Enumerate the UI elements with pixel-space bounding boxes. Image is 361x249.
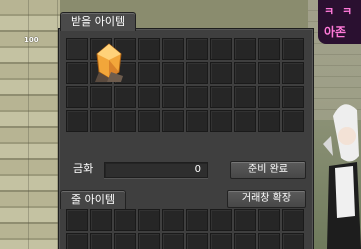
inventory-slot[interactable] bbox=[234, 110, 256, 132]
inventory-slot[interactable] bbox=[258, 38, 280, 60]
inventory-slot[interactable] bbox=[234, 86, 256, 108]
inventory-slot[interactable] bbox=[186, 38, 208, 60]
ready-button[interactable]: 준비 완료 bbox=[230, 161, 306, 179]
inventory-slot[interactable] bbox=[66, 62, 88, 84]
inventory-slot[interactable] bbox=[66, 86, 88, 108]
game-scene: ㅋ ㅋ 아존 받을 아이템 100 금화 0 준비 완료 줄 아이템 거래창 확… bbox=[0, 0, 361, 249]
inventory-slot[interactable] bbox=[210, 38, 232, 60]
inventory-slot[interactable] bbox=[186, 62, 208, 84]
inventory-slot[interactable] bbox=[282, 62, 304, 84]
inventory-slot[interactable] bbox=[258, 233, 280, 249]
inventory-slot[interactable] bbox=[138, 62, 160, 84]
inventory-slot[interactable] bbox=[258, 110, 280, 132]
inventory-slot[interactable] bbox=[162, 233, 184, 249]
inventory-slot[interactable] bbox=[258, 62, 280, 84]
inventory-slot[interactable] bbox=[90, 209, 112, 231]
inventory-slot[interactable] bbox=[90, 233, 112, 249]
inventory-slot[interactable] bbox=[234, 209, 256, 231]
inventory-slot[interactable] bbox=[186, 86, 208, 108]
inventory-slot[interactable] bbox=[258, 86, 280, 108]
inventory-slot[interactable] bbox=[114, 209, 136, 231]
orange-crystal-icon[interactable] bbox=[91, 42, 127, 82]
inventory-slot[interactable] bbox=[258, 209, 280, 231]
inventory-slot[interactable] bbox=[210, 86, 232, 108]
expand-trade-button[interactable]: 거래창 확장 bbox=[227, 190, 306, 208]
inventory-slot[interactable] bbox=[138, 110, 160, 132]
chat-line-1: ㅋ ㅋ bbox=[324, 5, 355, 18]
give-item-grid bbox=[66, 209, 304, 249]
inventory-slot[interactable] bbox=[162, 38, 184, 60]
chat-line-2: 아존 bbox=[324, 25, 347, 39]
inventory-slot[interactable] bbox=[162, 209, 184, 231]
inventory-slot[interactable] bbox=[282, 233, 304, 249]
inventory-slot[interactable] bbox=[138, 86, 160, 108]
inventory-slot[interactable] bbox=[66, 209, 88, 231]
tab-receive-items[interactable]: 받을 아이템 bbox=[60, 12, 137, 31]
inventory-slot[interactable] bbox=[114, 110, 136, 132]
inventory-slot[interactable] bbox=[210, 62, 232, 84]
inventory-slot[interactable] bbox=[162, 86, 184, 108]
player-character bbox=[323, 104, 361, 249]
inventory-slot[interactable] bbox=[210, 233, 232, 249]
inventory-slot[interactable] bbox=[162, 62, 184, 84]
inventory-slot[interactable] bbox=[186, 110, 208, 132]
inventory-slot[interactable] bbox=[138, 209, 160, 231]
inventory-slot[interactable] bbox=[282, 86, 304, 108]
inventory-slot[interactable] bbox=[282, 110, 304, 132]
gold-amount-input[interactable]: 0 bbox=[104, 162, 208, 178]
item-stack-count: 100 bbox=[24, 36, 39, 44]
inventory-slot[interactable] bbox=[234, 62, 256, 84]
chat-bubble: ㅋ ㅋ 아존 bbox=[318, 0, 361, 44]
inventory-slot[interactable] bbox=[114, 233, 136, 249]
inventory-slot[interactable] bbox=[66, 233, 88, 249]
inventory-slot[interactable] bbox=[66, 38, 88, 60]
inventory-slot[interactable] bbox=[162, 110, 184, 132]
inventory-slot[interactable] bbox=[282, 209, 304, 231]
inventory-slot[interactable] bbox=[186, 209, 208, 231]
inventory-slot[interactable] bbox=[210, 209, 232, 231]
inventory-slot[interactable] bbox=[90, 110, 112, 132]
inventory-slot[interactable] bbox=[138, 38, 160, 60]
inventory-slot[interactable] bbox=[234, 233, 256, 249]
gold-label: 금화 bbox=[73, 162, 94, 175]
inventory-slot[interactable] bbox=[114, 86, 136, 108]
inventory-slot[interactable] bbox=[66, 110, 88, 132]
tab-give-items[interactable]: 줄 아이템 bbox=[60, 190, 126, 209]
inventory-slot[interactable] bbox=[210, 110, 232, 132]
inventory-slot[interactable] bbox=[186, 233, 208, 249]
inventory-slot[interactable] bbox=[90, 86, 112, 108]
inventory-slot[interactable] bbox=[234, 38, 256, 60]
inventory-slot[interactable] bbox=[138, 233, 160, 249]
inventory-slot[interactable] bbox=[282, 38, 304, 60]
